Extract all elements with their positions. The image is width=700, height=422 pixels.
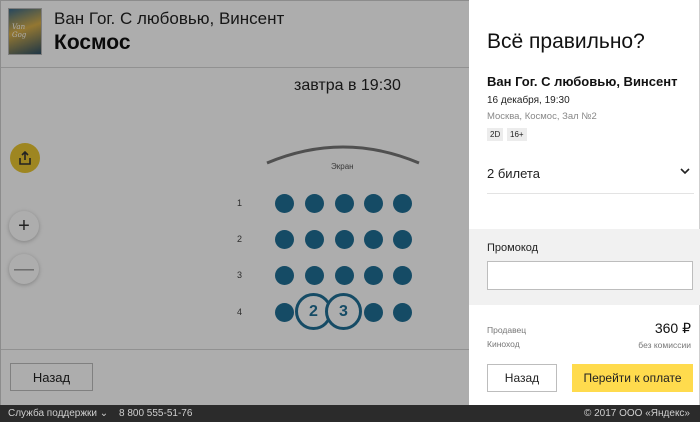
chevron-down-icon [680, 168, 690, 175]
support-link[interactable]: Служба поддержки ⌄ [8, 408, 108, 419]
age-rating-badge: 16+ [507, 128, 527, 141]
copyright: © 2017 ООО «Яндекс» [583, 408, 690, 419]
tickets-dropdown[interactable]: 2 билета [487, 158, 694, 194]
panel-back-button[interactable]: Назад [487, 364, 557, 392]
footer: Служба поддержки ⌄ 8 800 555-51-76 © 201… [0, 405, 700, 422]
format-badge: 2D [487, 128, 504, 141]
order-location: Москва, Космос, Зал №2 [487, 111, 597, 122]
seller-name: Киноход [487, 339, 520, 349]
promo-label: Промокод [487, 242, 539, 254]
order-movie-title: Ван Гог. С любовью, Винсент [487, 74, 678, 89]
seller-label: Продавец [487, 325, 527, 335]
promo-input[interactable] [487, 261, 693, 290]
order-confirmation-panel: Всё правильно? Ван Гог. С любовью, Винсе… [469, 0, 700, 405]
chevron-down-icon: ⌄ [99, 408, 109, 419]
total-price: 360 ₽ [654, 320, 691, 336]
tickets-count: 2 билета [487, 166, 540, 181]
order-datetime: 16 декабря, 19:30 [487, 95, 570, 106]
panel-title: Всё правильно? [487, 30, 645, 53]
pay-button[interactable]: Перейти к оплате [572, 364, 693, 392]
support-phone: 8 800 555-51-76 [119, 408, 193, 419]
promo-section: Промокод [469, 229, 700, 305]
commission-note: без комиссии [638, 340, 691, 350]
modal-overlay[interactable] [0, 0, 469, 405]
